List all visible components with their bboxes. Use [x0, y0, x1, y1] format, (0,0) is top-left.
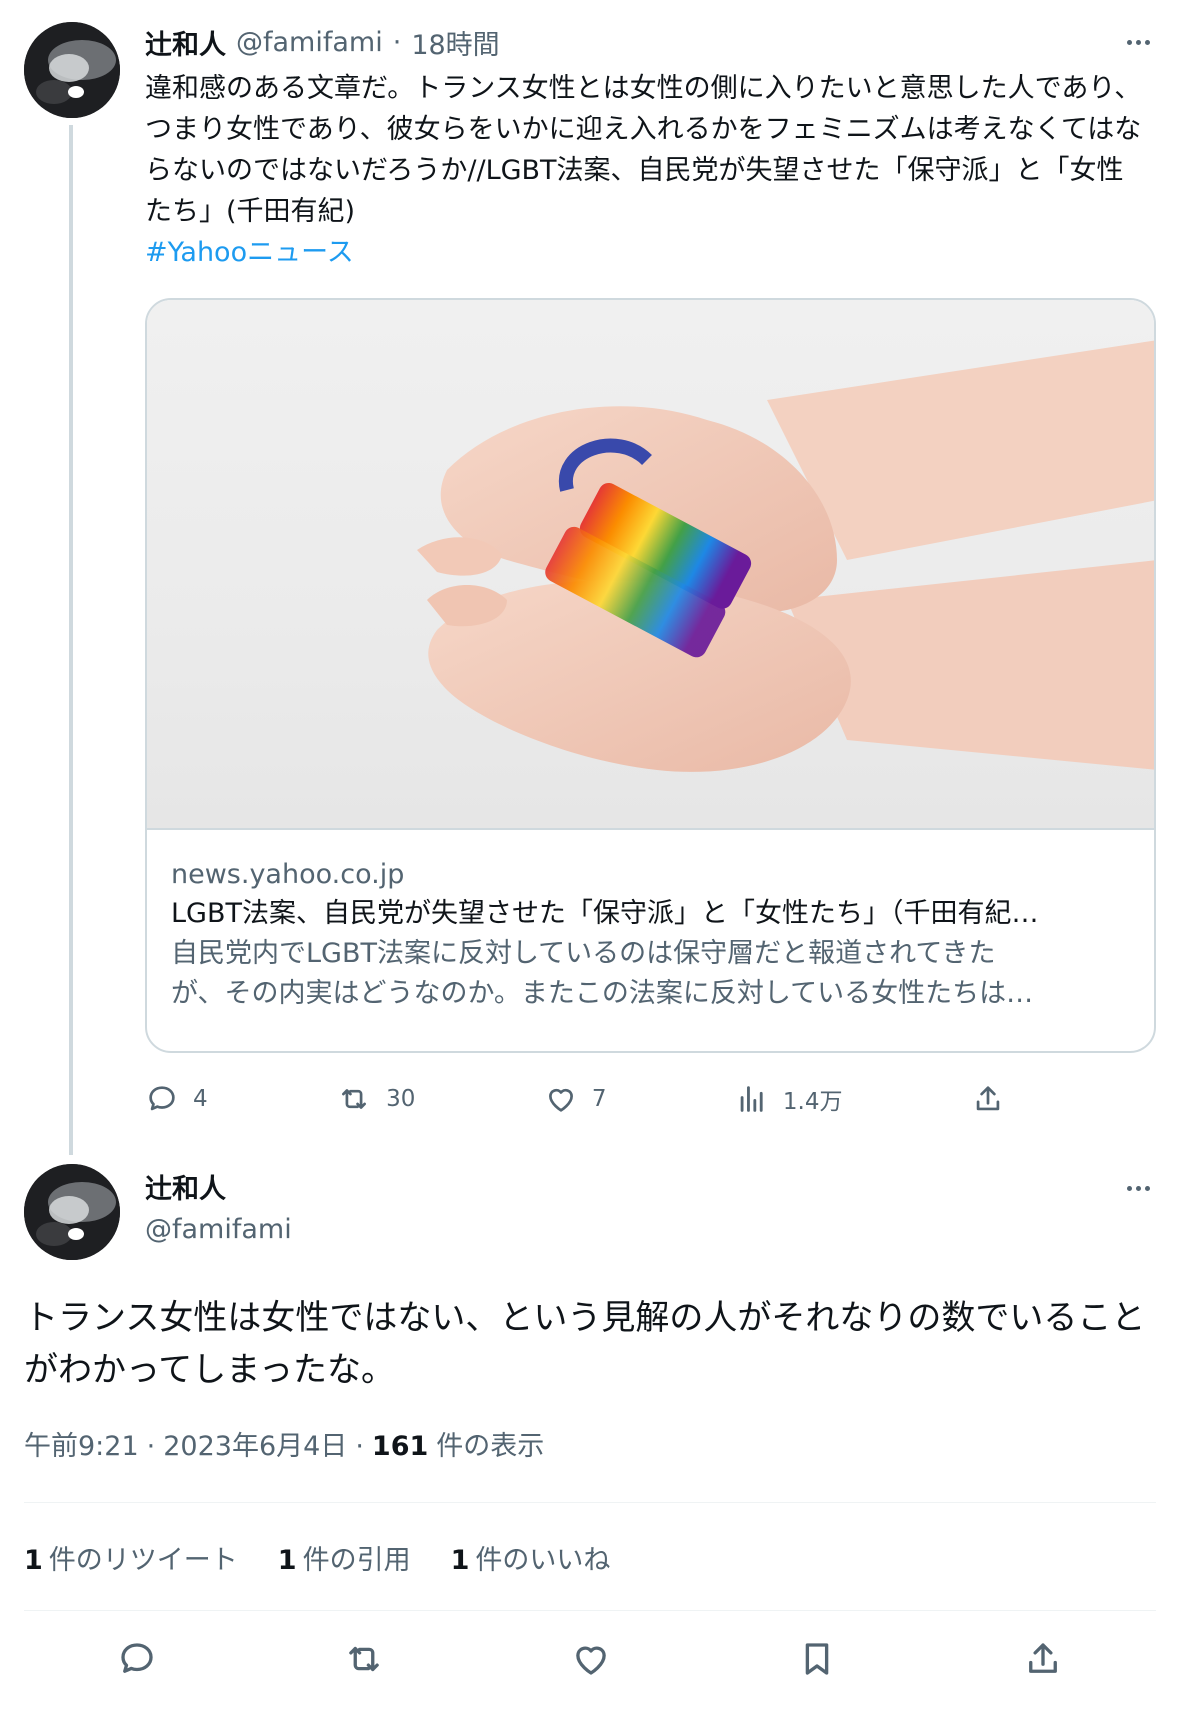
retweet-icon — [349, 1646, 379, 1672]
avatar[interactable] — [24, 22, 120, 118]
retweet-button[interactable] — [342, 1638, 386, 1684]
quotes-stat-label: 件の引用 — [302, 1545, 411, 1576]
share-button[interactable] — [971, 1082, 1005, 1116]
tweet-body: 違和感のある文章だ。トランス女性とは女性の側に入りたいと意思した人であり、つまり… — [145, 73, 1142, 227]
like-count: 7 — [591, 1086, 607, 1112]
bookmark-icon — [805, 1643, 829, 1675]
tweet-text-line1: トランス女性は女性ではない、という見解の人がそれなりの数でいること — [24, 1298, 1146, 1338]
avatar[interactable] — [24, 1164, 120, 1260]
divider — [24, 1502, 1156, 1503]
thread-connector — [69, 125, 73, 1155]
engagement-stats: 1 件のリツイート 1 件の引用 1 件のいいね — [24, 1541, 610, 1581]
view-label: 件の表示 — [436, 1431, 545, 1462]
tweet-time[interactable]: 午前9:21 — [24, 1427, 139, 1467]
share-icon — [1029, 1643, 1057, 1673]
tweet2-actions — [24, 1637, 1156, 1685]
avatar-image — [24, 1164, 120, 1260]
quotes-stat-count: 1 — [277, 1545, 297, 1576]
header-separator: · — [392, 26, 402, 58]
card-domain: news.yahoo.co.jp — [171, 859, 405, 890]
avatar-image — [24, 22, 120, 118]
tweet-text: 違和感のある文章だ。トランス女性とは女性の側に入りたいと意思した人であり、つまり… — [145, 68, 1145, 273]
tweet-metadata: 午前9:21 · 2023年6月4日 · 161 件の表示 — [24, 1427, 544, 1467]
tweet2-header: 辻和人 @famifami — [145, 1170, 292, 1250]
retweets-stat[interactable]: 1 件のリツイート — [24, 1541, 238, 1581]
card-description-line1: 自民党内でLGBT法案に反対しているのは保守層だと報道されてきた — [171, 938, 996, 969]
more-options-button[interactable] — [1118, 1173, 1158, 1203]
more-icon-dot — [1135, 39, 1141, 45]
tweet-date[interactable]: 2023年6月4日 — [163, 1427, 347, 1467]
more-icon-dot — [1126, 1185, 1132, 1191]
likes-stat[interactable]: 1 件のいいね — [451, 1541, 611, 1581]
heart-icon — [548, 1088, 573, 1112]
view-count: 161 — [371, 1431, 429, 1462]
more-icon-dot — [1144, 39, 1150, 45]
reply-button[interactable] — [116, 1638, 158, 1684]
quotes-stat[interactable]: 1 件の引用 — [278, 1541, 411, 1581]
retweet-icon — [342, 1089, 367, 1109]
heart-icon — [576, 1646, 606, 1675]
retweets-stat-label: 件のリツイート — [48, 1545, 238, 1576]
likes-stat-label: 件のいいね — [475, 1545, 611, 1576]
tweet-timestamp[interactable]: 18時間 — [411, 23, 499, 62]
share-button[interactable] — [1022, 1638, 1064, 1684]
views-count: 1.4万 — [782, 1089, 843, 1115]
tweet-text-line2: がわかってしまったな。 — [24, 1350, 395, 1390]
hands-rainbow-ribbon-image — [417, 340, 1154, 772]
likes-stat-count: 1 — [450, 1545, 470, 1576]
tweet-text: トランス女性は女性ではない、という見解の人がそれなりの数でいること がわかってし… — [24, 1292, 1164, 1396]
retweet-count: 30 — [386, 1086, 416, 1112]
card-title: LGBT法案、自民党が失望させた「保守派」と「女性たち」（千田有紀… — [171, 898, 1039, 929]
bookmark-button[interactable] — [796, 1638, 838, 1684]
reply-icon — [121, 1643, 153, 1673]
card-body: news.yahoo.co.jp LGBT法案、自民党が失望させた「保守派」と「… — [147, 830, 1154, 1014]
card-description-line2: が、その内実はどうなのか。またこの法案に反対している女性たちは… — [171, 978, 1034, 1009]
author-name[interactable]: 辻和人 — [145, 23, 226, 62]
reply-button[interactable]: 4 — [145, 1082, 208, 1116]
reply-count: 4 — [193, 1086, 208, 1112]
like-button[interactable] — [570, 1638, 612, 1684]
meta-separator: · — [146, 1431, 156, 1462]
author-name[interactable]: 辻和人 — [145, 1170, 292, 1210]
meta-separator: · — [355, 1431, 364, 1462]
views-button[interactable]: 1.4万 — [735, 1082, 843, 1116]
like-button[interactable]: 7 — [544, 1082, 607, 1116]
divider — [24, 1610, 1156, 1611]
author-handle[interactable]: @famifami — [236, 27, 383, 58]
views-icon — [740, 1086, 763, 1112]
author-handle[interactable]: @famifami — [145, 1210, 292, 1250]
retweets-stat-count: 1 — [24, 1545, 43, 1576]
more-icon-dot — [1135, 1185, 1141, 1191]
tweet1-header: 辻和人 @famifami · 18時間 — [145, 22, 500, 62]
hashtag-link[interactable]: #Yahooニュース — [145, 237, 354, 268]
reply-icon — [149, 1086, 175, 1111]
more-options-button[interactable] — [1118, 27, 1158, 57]
more-icon-dot — [1126, 39, 1132, 45]
link-card[interactable]: news.yahoo.co.jp LGBT法案、自民党が失望させた「保守派」と「… — [145, 298, 1156, 1053]
more-icon-dot — [1144, 1185, 1150, 1191]
tweet1-actions: 4 30 7 1.4万 — [145, 1082, 1005, 1116]
card-image — [147, 300, 1154, 830]
share-icon — [976, 1086, 1000, 1111]
retweet-button[interactable]: 30 — [336, 1082, 415, 1116]
